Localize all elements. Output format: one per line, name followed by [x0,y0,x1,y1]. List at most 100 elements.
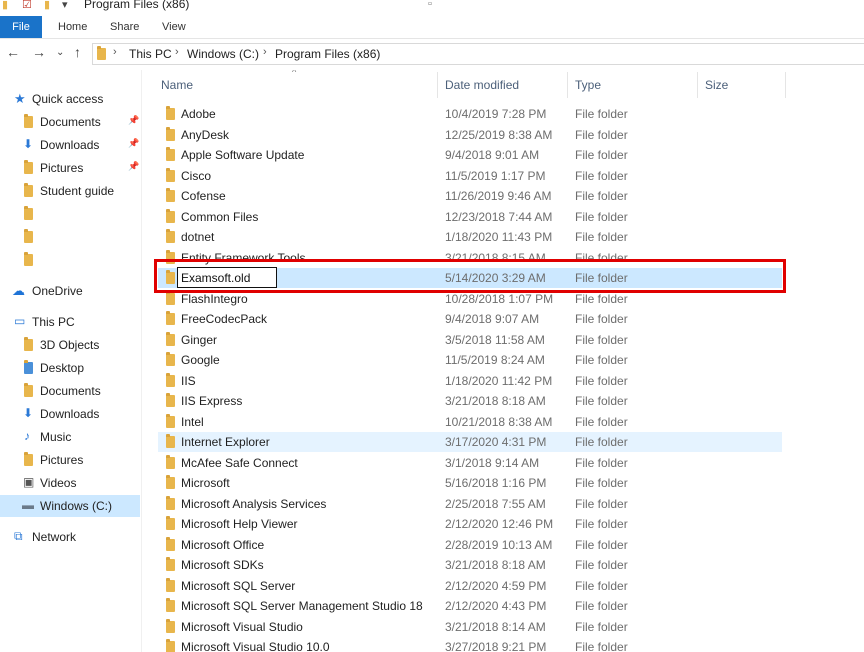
table-row[interactable]: Intel 10/21/2018 8:38 AM File folder [158,412,782,432]
table-row[interactable]: FlashIntegro 10/28/2018 1:07 PM File folde… [158,289,782,309]
table-row[interactable]: dotnet 1/18/2020 11:43 PM File folder [158,227,782,247]
file-date-modified: 3/21/2018 8:18 AM [445,558,546,572]
chevron-right-icon[interactable]: › [113,46,117,58]
rename-input[interactable] [177,267,277,288]
file-name: Microsoft [181,476,230,490]
pictures-folder-icon [24,160,33,174]
sidebar-item-folder[interactable] [0,249,140,271]
sidebar-item-pictures[interactable]: Pictures 📌 [0,157,140,179]
folder-icon [166,598,175,612]
table-row[interactable]: Common Files 12/23/2018 7:44 AM File folde… [158,207,782,227]
cloud-icon: ☁ [12,283,25,298]
table-row-renaming[interactable]: 5/14/2020 3:29 AM File folder [158,267,782,288]
column-divider[interactable] [697,72,698,98]
file-name: dotnet [181,230,215,244]
file-name: Microsoft Visual Studio [181,619,303,634]
window-title: Program Files (x86) [84,0,190,11]
sidebar-item-folder[interactable] [0,226,140,248]
window-control-icon[interactable]: ▫ [428,0,432,10]
file-date-modified: 1/18/2020 11:42 PM [445,373,553,388]
table-row[interactable]: Google 11/5/2019 8:24 AM File folder [158,350,782,370]
column-header-size[interactable]: Size [705,70,728,100]
sidebar-item-windows-c[interactable]: ▬ Windows (C:) [0,495,140,517]
sidebar-item-downloads-pc[interactable]: ⬇ Downloads [0,403,140,425]
sidebar-item-videos[interactable]: ▣ Videos [0,472,140,494]
table-row[interactable]: IIS 1/18/2020 11:42 PM File folder [158,371,782,391]
back-arrow-icon[interactable]: ← [6,44,20,60]
table-row[interactable]: AnyDesk 12/25/2019 8:38 AM File folder [158,125,782,145]
file-type: File folder [575,127,628,142]
table-row[interactable]: Microsoft Analysis Services 2/25/2018 7:5… [158,494,782,514]
music-note-icon: ♪ [24,429,30,443]
breadcrumb-program-files-x86[interactable]: Program Files (x86) [275,47,380,61]
sidebar-item-documents[interactable]: Documents 📌 [0,111,140,133]
table-row[interactable]: Microsoft SDKs 3/21/2018 8:18 AM File fold… [158,555,782,575]
sidebar-item-network[interactable]: ⧉ Network [0,526,140,548]
table-row[interactable]: FreeCodecPack 9/4/2018 9:07 AM File folder [158,309,782,329]
folder-icon [166,618,175,633]
chevron-right-icon[interactable]: › [263,46,267,58]
tab-share[interactable]: Share [110,16,139,38]
sidebar-item-student-guide[interactable]: Student guide [0,180,140,202]
table-row[interactable]: Microsoft Office 2/28/2019 10:13 AM File f… [158,535,782,555]
properties-check-icon[interactable]: ☑ [22,0,32,11]
sidebar-item-quick-access[interactable]: ★ Quick access [0,88,140,110]
table-row[interactable]: Cisco 11/5/2019 1:17 PM File folder [158,166,782,186]
column-header-type[interactable]: Type [575,70,601,100]
table-row[interactable]: Apple Software Update 9/4/2018 9:01 AM Fil… [158,145,782,165]
table-row[interactable]: Cofense 11/26/2019 9:46 AM File folder [158,186,782,206]
recent-locations-chevron-icon[interactable]: ⌄ [56,47,64,58]
table-row[interactable]: Adobe 10/4/2019 7:28 PM File folder [158,104,782,124]
file-type: File folder [575,455,628,470]
sidebar-item-documents-pc[interactable]: Documents [0,380,140,402]
sidebar-item-pictures-pc[interactable]: Pictures [0,449,140,471]
table-row[interactable]: Ginger 3/5/2018 11:58 AM File folder [158,330,782,350]
file-type: File folder [575,435,628,449]
sort-ascending-icon: ^ [292,70,297,77]
customize-toolbar-icon[interactable]: ▾ [62,0,68,11]
sidebar-item-music[interactable]: ♪ Music [0,426,140,448]
table-row[interactable]: Microsoft 5/16/2018 1:16 PM File folder [158,473,782,493]
computer-icon: ▭ [14,314,26,328]
table-row[interactable]: Internet Explorer 3/17/2020 4:31 PM File f… [158,432,782,452]
file-type: File folder [575,332,628,347]
table-row[interactable]: Microsoft Help Viewer 2/12/2020 12:46 PM F… [158,514,782,534]
file-name: Internet Explorer [181,435,270,449]
tab-home[interactable]: Home [58,16,87,38]
column-header-date-modified[interactable]: Date modified [445,70,519,100]
folder-icon [166,495,175,510]
sidebar-item-this-pc[interactable]: ▭ This PC [0,311,140,333]
table-row[interactable]: Microsoft SQL Server Management Studio 1… [158,596,782,616]
chevron-right-icon[interactable]: › [175,46,179,58]
tab-file[interactable]: File [0,16,42,38]
column-divider[interactable] [437,72,438,98]
sidebar-item-3d-objects[interactable]: 3D Objects [0,334,140,356]
sidebar-item-folder[interactable] [0,203,140,225]
column-divider[interactable] [567,72,568,98]
table-row[interactable]: Entity Framework Tools 3/21/2018 8:15 AM F… [158,248,782,268]
column-divider[interactable] [785,72,786,98]
table-row[interactable]: IIS Express 3/21/2018 8:18 AM File folder [158,391,782,411]
pictures-folder-icon [24,452,33,466]
table-row[interactable]: McAfee Safe Connect 3/1/2018 9:14 AM File … [158,453,782,473]
sidebar-item-label: Videos [40,476,77,490]
pane-divider[interactable] [141,70,142,652]
file-date-modified: 9/4/2018 9:01 AM [445,148,540,162]
breadcrumb-windows-c[interactable]: Windows (C:) [187,47,259,61]
sidebar-item-onedrive[interactable]: ☁ OneDrive [0,280,140,302]
forward-arrow-icon[interactable]: → [32,44,46,60]
address-bar[interactable]: › This PC › Windows (C:) › Program Files… [92,43,864,65]
sidebar-item-desktop[interactable]: Desktop [0,357,140,379]
file-date-modified: 12/25/2019 8:38 AM [445,127,553,142]
file-date-modified: 10/4/2019 7:28 PM [445,107,547,121]
table-row[interactable]: Microsoft Visual Studio 3/21/2018 8:14 AM… [158,617,782,637]
up-arrow-icon[interactable]: ↑ [74,44,81,60]
tab-view[interactable]: View [162,16,186,38]
new-folder-icon[interactable]: ▮ [44,0,50,11]
sidebar-item-downloads[interactable]: ⬇ Downloads 📌 [0,134,140,156]
breadcrumb-this-pc[interactable]: This PC [129,47,172,61]
column-header-name[interactable]: Name [161,70,193,100]
table-row[interactable]: Microsoft SQL Server 2/12/2020 4:59 PM Fil… [158,576,782,596]
file-type: File folder [575,271,628,285]
table-row[interactable]: Microsoft Visual Studio 10.0 3/27/2018 9:… [158,637,782,652]
